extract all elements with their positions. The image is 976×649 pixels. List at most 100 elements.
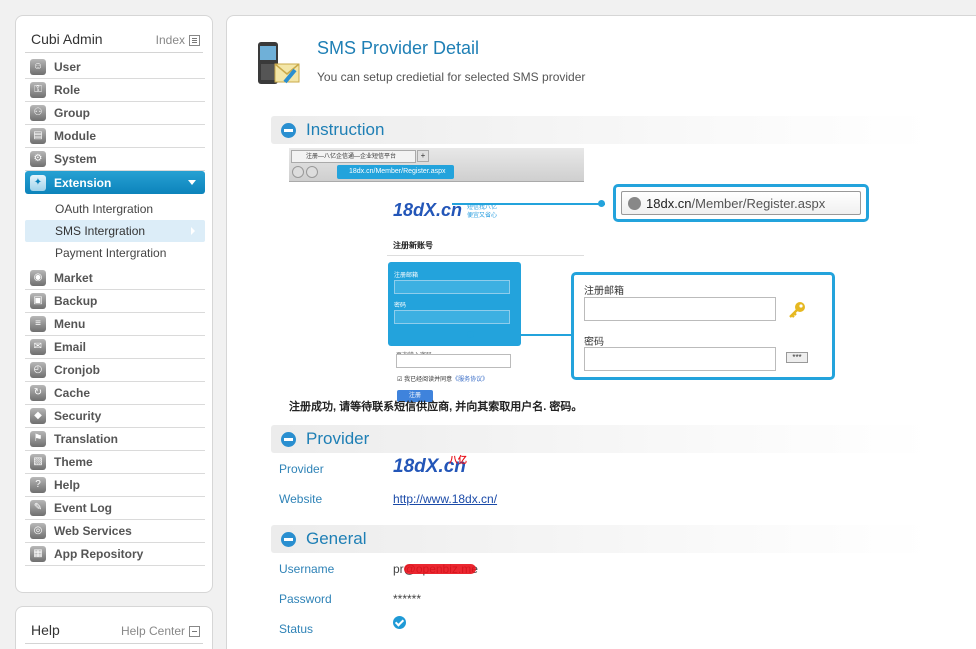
zoomed-register-form: 注册邮箱 密码 ***	[571, 272, 835, 380]
sidebar-item-module[interactable]: ▤ Module	[25, 125, 205, 148]
website-link[interactable]: http://www.18dx.cn/	[393, 492, 497, 506]
list-icon[interactable]	[189, 34, 200, 46]
instruction-section-header: Instruction	[271, 116, 931, 144]
index-link[interactable]: Index	[156, 33, 200, 47]
app-repository-icon: ▦	[30, 546, 46, 562]
sidebar-item-cronjob[interactable]: ◴ Cronjob	[25, 359, 205, 382]
sidebar-item-label: Market	[54, 271, 93, 285]
collapse-icon[interactable]	[281, 532, 296, 547]
password-label: Password	[279, 592, 332, 606]
help-panel: Help Help Center	[15, 606, 213, 649]
register-title: 注册新账号	[393, 241, 433, 250]
sidebar-item-web-services[interactable]: ◎ Web Services	[25, 520, 205, 543]
sidebar-item-backup[interactable]: ▣ Backup	[25, 290, 205, 313]
sidebar-item-role[interactable]: ⚿ Role	[25, 79, 205, 102]
sidebar-subitem-label: Payment Intergration	[55, 246, 167, 260]
instruction-title: Instruction	[306, 120, 385, 139]
theme-icon: ▧	[30, 454, 46, 470]
sidebar-item-label: Event Log	[54, 501, 113, 515]
sidebar-item-label: Menu	[54, 317, 86, 331]
sidebar-header: Cubi Admin Index	[25, 28, 203, 53]
sidebar-item-help[interactable]: ? Help	[25, 474, 205, 497]
sidebar-item-system[interactable]: ⚙ System	[25, 148, 205, 171]
sidebar-item-security[interactable]: ◆ Security	[25, 405, 205, 428]
key-icon	[789, 302, 805, 318]
zoomed-password-label: 密码	[584, 337, 604, 348]
sidebar-subitem-label: OAuth Intergration	[55, 202, 154, 216]
sidebar-item-label: System	[54, 152, 97, 166]
globe-icon: ◎	[30, 523, 46, 539]
sidebar-item-label: Email	[54, 340, 87, 354]
connector-dot	[467, 331, 474, 338]
agree-text: ☑ 我已经阅读并同意《服务协议》	[397, 374, 488, 383]
sidebar-item-label: Help	[54, 478, 81, 492]
help-icon: ?	[30, 477, 46, 493]
sidebar-item-user[interactable]: ☺ User	[25, 56, 205, 79]
sidebar-subitem-payment-intergration[interactable]: Payment Intergration	[25, 242, 205, 264]
browser-toolbar: 注册—八亿企信通—企业短信平台 + 18dx.cn/Member/Registe…	[289, 148, 584, 182]
general-section-header: General	[271, 525, 931, 553]
collapse-icon[interactable]	[189, 625, 200, 637]
status-label: Status	[279, 622, 314, 636]
sidebar-subitem-label: SMS Intergration	[55, 224, 146, 238]
sidebar-item-app-repository[interactable]: ▦ App Repository	[25, 543, 205, 566]
provider-section-header: Provider	[271, 425, 931, 453]
help-center-link[interactable]: Help Center	[121, 624, 200, 638]
agree-label: 我已经阅读并同意	[404, 377, 453, 383]
puzzle-icon: ✦	[30, 174, 46, 191]
sidebar-item-event-log[interactable]: ✎ Event Log	[25, 497, 205, 520]
connector-dot	[598, 200, 605, 207]
sidebar-item-label: Module	[54, 129, 96, 143]
browser-tab: 注册—八亿企信通—企业短信平台	[291, 150, 416, 163]
password-value: ******	[393, 592, 422, 606]
username-label: Username	[279, 562, 335, 576]
translation-icon: ⚑	[30, 431, 46, 447]
collapse-icon[interactable]	[281, 432, 296, 447]
agree-link: 《服务协议》	[452, 377, 489, 383]
sidebar-item-extension[interactable]: ✦ Extension	[25, 171, 205, 194]
browser-address: 18dx.cn/Member/Register.aspx	[337, 165, 454, 179]
sidebar-item-market[interactable]: ◉ Market	[25, 267, 205, 290]
website-value[interactable]: http://www.18dx.cn/	[393, 492, 497, 506]
instruction-screenshot: 注册—八亿企信通—企业短信平台 + 18dx.cn/Member/Registe…	[289, 148, 584, 402]
email-field	[394, 280, 510, 294]
new-tab-icon: +	[417, 150, 429, 162]
zoomed-password-field	[584, 347, 776, 371]
admin-sidebar: Cubi Admin Index ☺ User ⚿ Role ⚇ Group ▤ Module…	[15, 15, 213, 593]
sidebar-item-group[interactable]: ⚇ Group	[25, 102, 205, 125]
gear-icon: ⚙	[30, 151, 46, 167]
sidebar-item-label: User	[54, 60, 81, 74]
url-path: /Member/Register.aspx	[691, 195, 826, 211]
help-center-label[interactable]: Help Center	[121, 624, 185, 638]
index-label[interactable]: Index	[156, 33, 185, 47]
sidebar-item-translation[interactable]: ⚑ Translation	[25, 428, 205, 451]
zoomed-email-label: 注册邮箱	[584, 286, 624, 297]
sidebar-item-label: App Repository	[54, 547, 144, 561]
forward-icon	[306, 166, 318, 178]
page-title: SMS Provider Detail	[317, 38, 480, 58]
market-icon: ◉	[30, 270, 46, 286]
provider-logo-cn: 八亿	[449, 455, 468, 465]
connector-line	[452, 203, 605, 205]
help-panel-header: Help Help Center	[25, 619, 203, 644]
sidebar-item-email[interactable]: ✉ Email	[25, 336, 205, 359]
main-content: SMS Provider Detail You can setup credie…	[226, 15, 976, 649]
connector-line	[471, 334, 571, 336]
url-domain: 18dx.cn	[646, 195, 692, 211]
mobile-phone-icon	[258, 42, 300, 84]
chevron-right-icon	[191, 227, 195, 235]
password-label: 密码	[394, 303, 407, 309]
sidebar-item-theme[interactable]: ▧ Theme	[25, 451, 205, 474]
sidebar-item-cache[interactable]: ↻ Cache	[25, 382, 205, 405]
sidebar-subitem-sms-intergration[interactable]: SMS Intergration	[25, 220, 205, 242]
zoomed-email-field	[584, 297, 776, 321]
sidebar-item-label: Translation	[54, 432, 119, 446]
sidebar-subitem-oauth-intergration[interactable]: OAuth Intergration	[25, 198, 205, 220]
sidebar-item-menu[interactable]: ≡ Menu	[25, 313, 205, 336]
repeat-password-field	[396, 354, 511, 368]
module-icon: ▤	[30, 128, 46, 144]
checkbox-icon: ☑	[397, 377, 403, 383]
sidebar-item-label: Web Services	[54, 524, 132, 538]
collapse-icon[interactable]	[281, 123, 296, 138]
user-icon: ☺	[30, 59, 46, 75]
